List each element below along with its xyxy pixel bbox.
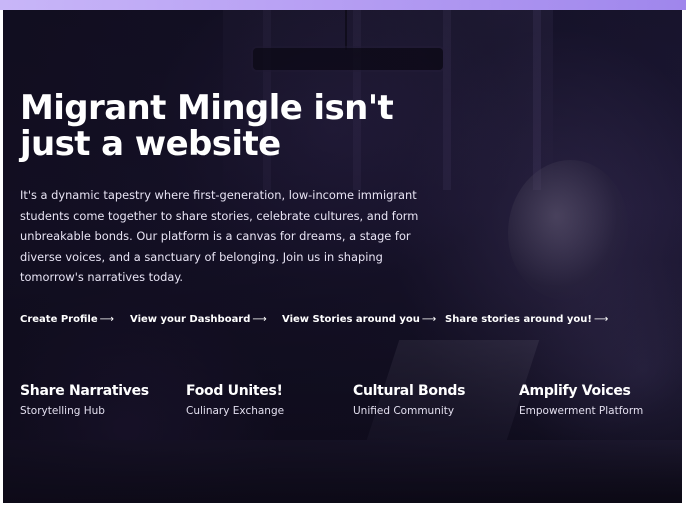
feature-cultural-bonds: Cultural Bonds Unified Community (353, 382, 513, 418)
feature-subtitle: Unified Community (353, 405, 455, 417)
top-accent-bar (0, 0, 686, 10)
feature-list: Share Narratives Storytelling Hub Food U… (20, 382, 670, 422)
feature-share-narratives: Share Narratives Storytelling Hub (20, 382, 180, 418)
page: Migrant Mingle isn't just a website It's… (0, 0, 686, 509)
cta-label: View your Dashboard (130, 314, 251, 325)
cta-label: Share stories around you! (445, 314, 592, 325)
feature-title: Food Unites! (186, 383, 283, 399)
arrow-right-icon: ⟶ (421, 314, 437, 325)
view-dashboard-link[interactable]: View your Dashboard ⟶ (130, 312, 267, 328)
hero-headline: Migrant Mingle isn't just a website (20, 88, 394, 164)
create-profile-link[interactable]: Create Profile ⟶ (20, 312, 114, 328)
feature-amplify-voices: Amplify Voices Empowerment Platform (519, 382, 679, 418)
cta-label: View Stories around you (282, 314, 420, 325)
arrow-right-icon: ⟶ (593, 314, 609, 325)
view-stories-link[interactable]: View Stories around you ⟶ (282, 312, 436, 328)
hero-section: Migrant Mingle isn't just a website It's… (3, 10, 682, 503)
feature-title: Cultural Bonds (353, 383, 466, 399)
feature-title: Amplify Voices (519, 383, 631, 399)
feature-subtitle: Culinary Exchange (186, 405, 285, 417)
cta-label: Create Profile (20, 314, 98, 325)
hero-description: It's a dynamic tapestry where first-gene… (20, 188, 419, 284)
arrow-right-icon: ⟶ (99, 314, 114, 325)
feature-food-unites: Food Unites! Culinary Exchange (186, 382, 346, 418)
feature-subtitle: Storytelling Hub (20, 405, 105, 417)
arrow-right-icon: ⟶ (252, 314, 267, 325)
hero-content: Migrant Mingle isn't just a website It's… (20, 10, 660, 503)
feature-subtitle: Empowerment Platform (519, 405, 644, 417)
share-stories-link[interactable]: Share stories around you! ⟶ (445, 312, 608, 328)
cta-links: Create Profile ⟶ View your Dashboard ⟶ Vie… (20, 312, 660, 328)
feature-title: Share Narratives (20, 383, 149, 399)
